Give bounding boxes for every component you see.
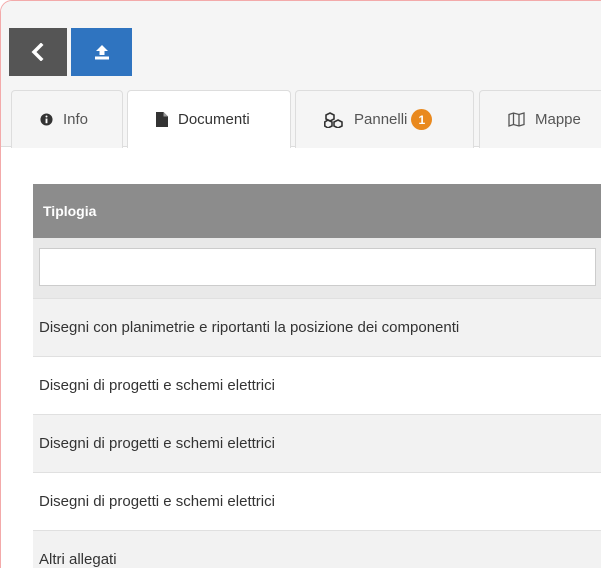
tab-info[interactable]: Info [11, 90, 123, 148]
upload-button[interactable] [71, 28, 132, 76]
table-cell: Disegni di progetti e schemi elettrici [39, 493, 275, 510]
table-cell: Disegni con planimetrie e riportanti la … [39, 319, 460, 336]
app-frame: Info Documenti Pannelli 1 Mappe Tiplogia [0, 0, 601, 568]
table-row[interactable]: Disegni di progetti e schemi elettrici [33, 414, 601, 472]
table-row[interactable]: Disegni con planimetrie e riportanti la … [33, 298, 601, 356]
file-icon [156, 112, 168, 127]
table-cell: Disegni di progetti e schemi elettrici [39, 435, 275, 452]
table-row[interactable]: Disegni di progetti e schemi elettrici [33, 356, 601, 414]
tab-label: Pannelli [354, 111, 408, 128]
table-cell: Altri allegati [39, 551, 117, 568]
tab-maps[interactable]: Mappe [479, 90, 601, 148]
tab-label: Documenti [178, 111, 250, 128]
cubes-icon [324, 111, 343, 128]
table-row[interactable]: Altri allegati [33, 530, 601, 568]
tipologia-filter-input[interactable] [39, 248, 596, 286]
column-header-label: Tiplogia [43, 203, 97, 219]
column-header-tipologia[interactable]: Tiplogia [33, 184, 601, 238]
filter-row [33, 238, 601, 298]
back-button[interactable] [9, 28, 67, 76]
table-cell: Disegni di progetti e schemi elettrici [39, 377, 275, 394]
tab-label: Info [63, 111, 89, 128]
upload-icon [94, 45, 109, 60]
info-circle-icon [40, 113, 53, 126]
notification-badge: 1 [411, 109, 433, 130]
tab-panels[interactable]: Pannelli 1 [295, 90, 474, 148]
chevron-left-icon [31, 43, 44, 61]
documents-table: Tiplogia Disegni con planimetrie e ripor… [33, 184, 601, 568]
tab-documents[interactable]: Documenti [127, 90, 291, 148]
tab-label: Mappe [535, 111, 581, 128]
table-row[interactable]: Disegni di progetti e schemi elettrici [33, 472, 601, 530]
map-icon [508, 112, 525, 127]
